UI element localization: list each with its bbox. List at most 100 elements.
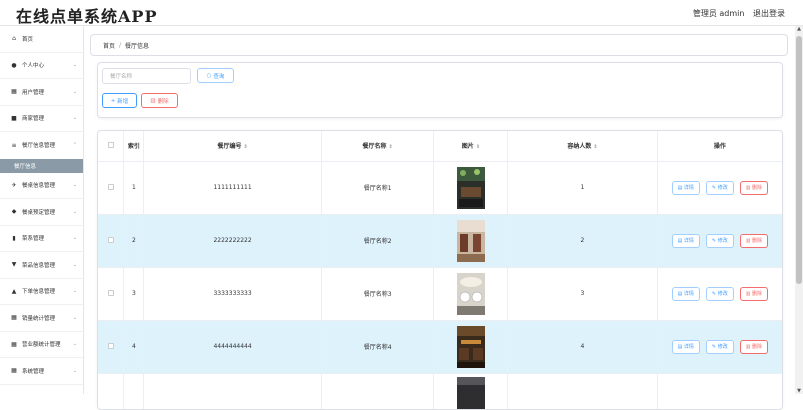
row-checkbox-cell[interactable] — [98, 267, 124, 320]
search-button[interactable]: ○ 查询 — [197, 68, 234, 83]
breadcrumb-separator: / — [119, 42, 121, 49]
search-icon: ○ — [207, 73, 212, 79]
breadcrumb-home[interactable]: 首页 — [103, 41, 115, 50]
edit-button[interactable]: ✎ 修改 — [706, 234, 734, 248]
restaurant-image[interactable] — [457, 167, 485, 209]
header-image-label: 图片 — [462, 143, 474, 150]
edit-label: 修改 — [718, 343, 728, 350]
search-input[interactable]: 餐厅名称 — [102, 68, 191, 84]
cell-index: 3 — [124, 267, 144, 320]
add-button[interactable]: + 新增 — [102, 93, 137, 108]
sidebar-item-users[interactable]: ▦ 用户管理 ⌄ — [0, 79, 83, 106]
row-delete-button[interactable]: ▥ 删除 — [740, 340, 768, 354]
chevron-down-icon: ⌄ — [73, 315, 77, 321]
cell-name: 餐厅名称2 — [321, 214, 434, 267]
flight-icon: ✈ — [10, 182, 18, 189]
delete-button-label: 删除 — [158, 97, 169, 105]
scrollbar-thumb[interactable] — [796, 36, 802, 284]
sidebar-item-label: 餐厅信息管理 — [22, 141, 55, 149]
detail-button[interactable]: ▤ 详情 — [672, 181, 700, 195]
sort-icon[interactable]: ⇕ — [243, 144, 247, 150]
delete-button[interactable]: ▥ 删除 — [141, 93, 178, 108]
cell-actions: ▤ 详情 ✎ 修改 ▥ 删除 — [657, 320, 782, 373]
detail-label: 详情 — [684, 237, 694, 244]
chevron-down-icon: ⌄ — [73, 209, 77, 215]
cell-index: 2 — [124, 214, 144, 267]
scroll-down-icon[interactable]: ▼ — [796, 388, 802, 394]
sidebar-item-home[interactable]: ⌂ 首页 — [0, 26, 83, 53]
header-image[interactable]: 图片⇕ — [434, 131, 508, 161]
cell-image — [434, 373, 508, 410]
restaurant-image[interactable] — [457, 326, 485, 368]
row-checkbox-cell[interactable] — [98, 214, 124, 267]
row-checkbox[interactable] — [108, 290, 114, 296]
detail-button[interactable]: ▤ 详情 — [672, 287, 700, 301]
sidebar-item-label: 下单信息管理 — [22, 287, 55, 295]
sidebar-item-table-info[interactable]: ✈ 餐桌信息管理 ⌄ — [0, 173, 83, 200]
sort-icon[interactable]: ⇕ — [476, 144, 480, 150]
user-icon: ● — [10, 62, 18, 69]
sidebar-item-label: 系统管理 — [22, 367, 44, 375]
edit-button[interactable]: ✎ 修改 — [706, 340, 734, 354]
sidebar: ⌂ 首页 ● 个人中心 ⌄ ▦ 用户管理 ⌄ ■ 商家管理 ⌄ ≡ 餐厅信息管理… — [0, 26, 84, 394]
sidebar-item-restaurant-info[interactable]: ≡ 餐厅信息管理 ⌃ — [0, 132, 83, 159]
row-checkbox[interactable] — [108, 343, 114, 349]
row-checkbox[interactable] — [108, 237, 114, 243]
breadcrumb-current: 餐厅信息 — [125, 41, 149, 50]
select-all-checkbox[interactable] — [108, 142, 114, 148]
sidebar-item-sales-stats[interactable]: ▦ 销量统计管理 ⌄ — [0, 305, 83, 332]
header-code[interactable]: 餐厅编号⇕ — [144, 131, 321, 161]
header-actions: 操作 — [657, 131, 782, 161]
header-capacity[interactable]: 容纳人数⇕ — [508, 131, 657, 161]
edit-button[interactable]: ✎ 修改 — [706, 287, 734, 301]
detail-button[interactable]: ▤ 详情 — [672, 340, 700, 354]
row-checkbox[interactable] — [108, 184, 114, 190]
sidebar-item-label: 餐桌预定管理 — [22, 208, 55, 216]
sort-icon[interactable]: ⇕ — [389, 144, 393, 150]
sidebar-item-label: 餐桌信息管理 — [22, 181, 55, 189]
search-panel: 餐厅名称 ○ 查询 + 新增 ▥ 删除 — [97, 62, 783, 118]
sidebar-item-merchants[interactable]: ■ 商家管理 ⌄ — [0, 106, 83, 133]
edit-icon: ✎ — [712, 185, 716, 191]
restaurant-image[interactable] — [457, 273, 485, 315]
sidebar-item-system[interactable]: ▦ 系统管理 ⌄ — [0, 358, 83, 385]
cell-capacity: 2 — [508, 214, 657, 267]
sidebar-item-cuisine[interactable]: ▮ 菜系管理 ⌄ — [0, 226, 83, 253]
cell-name: 餐厅名称4 — [321, 320, 434, 373]
page-scrollbar[interactable]: ▲ ▼ — [795, 26, 803, 394]
chevron-down-icon: ⌄ — [73, 235, 77, 241]
cell-image — [434, 214, 508, 267]
sidebar-item-personal-center[interactable]: ● 个人中心 ⌄ — [0, 53, 83, 80]
restaurant-image[interactable] — [457, 220, 485, 262]
row-checkbox-cell[interactable] — [98, 161, 124, 214]
scroll-up-icon[interactable]: ▲ — [796, 26, 802, 32]
detail-label: 详情 — [684, 343, 694, 350]
sidebar-item-revenue-stats[interactable]: ▦ 营业额统计管理 ⌄ — [0, 332, 83, 359]
detail-icon: ▤ — [678, 291, 683, 297]
user-area: 管理员 admin 退出登录 — [687, 8, 785, 19]
header-name[interactable]: 餐厅名称⇕ — [321, 131, 434, 161]
edit-button[interactable]: ✎ 修改 — [706, 181, 734, 195]
select-all-checkbox-cell[interactable] — [98, 131, 124, 161]
grid-icon: ▦ — [10, 341, 18, 348]
row-checkbox-cell[interactable] — [98, 320, 124, 373]
sidebar-item-table-booking[interactable]: ◆ 餐桌预定管理 ⌄ — [0, 199, 83, 226]
sidebar-item-label: 销量统计管理 — [22, 314, 55, 322]
row-delete-button[interactable]: ▥ 删除 — [740, 234, 768, 248]
bag-icon: ▲ — [10, 288, 18, 295]
row-delete-button[interactable]: ▥ 删除 — [740, 287, 768, 301]
cell-index: 1 — [124, 161, 144, 214]
sidebar-item-order-info[interactable]: ▲ 下单信息管理 ⌄ — [0, 279, 83, 306]
cell-code: 3333333333 — [144, 267, 321, 320]
logout-link[interactable]: 退出登录 — [753, 9, 785, 18]
sidebar-item-dish-info[interactable]: ▼ 菜品信息管理 ⌄ — [0, 252, 83, 279]
store-icon: ■ — [10, 115, 18, 122]
row-delete-label: 删除 — [752, 290, 762, 297]
cell-capacity: 3 — [508, 267, 657, 320]
restaurant-image[interactable] — [457, 377, 485, 410]
add-button-label: 新增 — [117, 97, 128, 105]
sidebar-subitem-restaurant-info[interactable]: 餐厅信息 — [0, 159, 83, 173]
sort-icon[interactable]: ⇕ — [593, 144, 597, 150]
row-delete-button[interactable]: ▥ 删除 — [740, 181, 768, 195]
detail-button[interactable]: ▤ 详情 — [672, 234, 700, 248]
